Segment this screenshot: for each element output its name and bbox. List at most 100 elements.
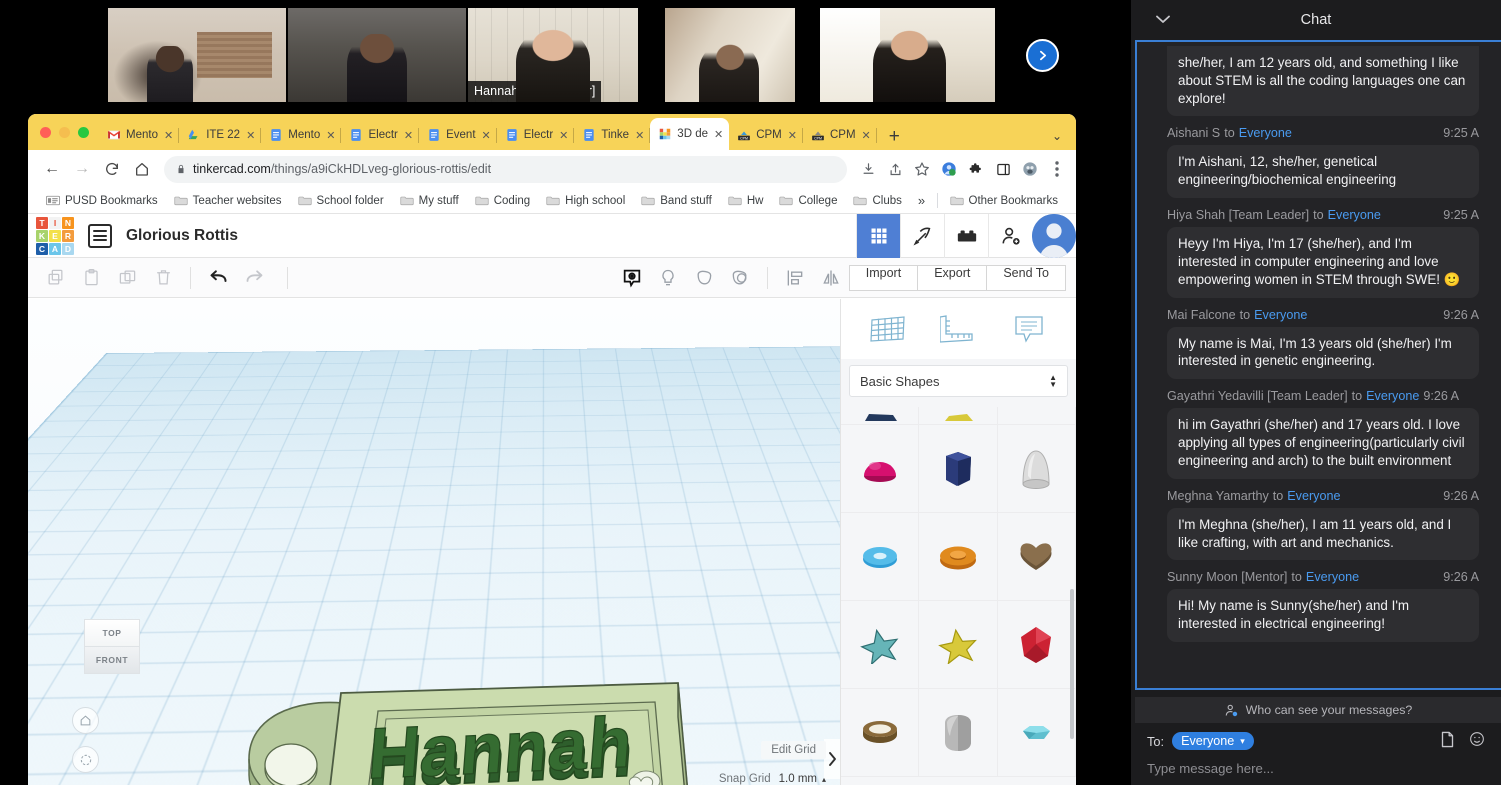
sidepanel-icon[interactable]	[994, 160, 1012, 178]
account-avatar-icon[interactable]	[1021, 160, 1039, 178]
panel-collapse-toggle[interactable]	[824, 739, 840, 779]
tab-0[interactable]: Mento ✕	[99, 120, 180, 150]
shapes-panel-scrollbar[interactable]	[1070, 589, 1074, 739]
forward-button[interactable]: →	[68, 155, 96, 183]
view-cube-front-face[interactable]: FRONT	[84, 646, 140, 674]
shape-library-grid[interactable]	[841, 407, 1076, 785]
shape-cell-empty[interactable]	[997, 407, 1076, 425]
message-recipient[interactable]: Everyone	[1366, 389, 1419, 403]
tab-close-button[interactable]: ✕	[326, 129, 335, 142]
shape-cell-star-teal[interactable]	[841, 601, 920, 689]
snap-grid-value-dropdown[interactable]: 1.0 mm ▴	[779, 773, 826, 785]
shape-cell-rounded-cube[interactable]	[919, 689, 998, 777]
install-icon[interactable]	[859, 160, 877, 178]
reload-button[interactable]	[98, 155, 126, 183]
bookmarks-overflow-button[interactable]: »	[910, 193, 933, 208]
tab-close-button[interactable]: ✕	[714, 128, 723, 141]
mirror-button[interactable]	[814, 263, 848, 293]
ruler-icon[interactable]	[935, 308, 981, 350]
tab-7-active[interactable]: 3D de ✕	[650, 118, 730, 150]
copy-button[interactable]	[38, 263, 72, 293]
group-button[interactable]	[687, 263, 721, 293]
tab-9[interactable]: CPM CPM ✕	[803, 120, 877, 150]
redo-button[interactable]	[237, 263, 271, 293]
video-tile-2[interactable]	[288, 8, 466, 102]
emoji-icon[interactable]	[1469, 731, 1485, 751]
export-button[interactable]: Export	[917, 264, 988, 291]
tab-close-button[interactable]: ✕	[404, 129, 413, 142]
bookmark-star-icon[interactable]	[913, 160, 931, 178]
fit-view-button[interactable]	[72, 746, 99, 773]
tab-close-button[interactable]: ✕	[862, 129, 871, 142]
keychain-3d-model[interactable]: Hannah Hannah	[223, 669, 783, 785]
codeblocks-button[interactable]	[900, 213, 944, 258]
shape-cell-polyhedron[interactable]	[997, 601, 1076, 689]
tab-6[interactable]: Tinke ✕	[574, 120, 651, 150]
shape-cell-star-yellow[interactable]	[919, 601, 998, 689]
tab-5[interactable]: Electr ✕	[497, 120, 575, 150]
3d-viewport[interactable]: TOP FRONT Hannah Hannah Edit Grid Snap G…	[28, 299, 840, 785]
shape-cell-half-sphere[interactable]	[841, 425, 920, 513]
shape-cell-cylinder[interactable]	[919, 425, 998, 513]
import-button[interactable]: Import	[848, 264, 919, 291]
invite-button[interactable]	[988, 213, 1032, 258]
bookmark-other-bookmarks[interactable]: Other Bookmarks	[942, 191, 1066, 211]
paste-button[interactable]	[74, 263, 108, 293]
shape-cell-partial-dark[interactable]	[841, 407, 920, 425]
maximize-window-button[interactable]	[78, 126, 89, 138]
profile-icon[interactable]	[940, 160, 958, 178]
tab-close-button[interactable]: ✕	[482, 129, 491, 142]
minimize-window-button[interactable]	[59, 126, 70, 138]
shape-cell-partial-yellow[interactable]	[919, 407, 998, 425]
align-button[interactable]	[778, 263, 812, 293]
project-list-icon[interactable]	[88, 223, 112, 248]
workplane-icon[interactable]	[865, 308, 911, 350]
shape-cell-torus[interactable]	[841, 513, 920, 601]
share-icon[interactable]	[886, 160, 904, 178]
tab-search-button[interactable]: ⌄	[1044, 129, 1076, 150]
video-tile-4[interactable]	[665, 8, 795, 102]
shape-visibility-button[interactable]	[615, 263, 649, 293]
new-tab-button[interactable]: +	[877, 127, 912, 150]
light-button[interactable]	[651, 263, 685, 293]
bookmark-my-stuff[interactable]: My stuff	[392, 191, 467, 211]
bookmark-teacher-websites[interactable]: Teacher websites	[166, 191, 290, 211]
message-recipient[interactable]: Everyone	[1239, 126, 1292, 140]
tab-8[interactable]: CPM CPM ✕	[729, 120, 803, 150]
video-tile-3-active-speaker[interactable]: Hannah Cha [Mentor]	[468, 8, 638, 102]
shape-cell-gem[interactable]	[997, 689, 1076, 777]
who-can-see-messages-link[interactable]: Who can see your messages?	[1135, 697, 1501, 723]
more-menu-icon[interactable]	[1048, 160, 1066, 178]
shape-cell-heart[interactable]	[997, 513, 1076, 601]
tab-2[interactable]: Mento ✕	[261, 120, 342, 150]
bookmark-pusd-bookmarks[interactable]: PUSD Bookmarks	[38, 191, 166, 211]
ungroup-button[interactable]	[723, 263, 757, 293]
bookmark-school-folder[interactable]: School folder	[290, 191, 392, 211]
bookmark-band-stuff[interactable]: Band stuff	[633, 191, 720, 211]
chat-message-list[interactable]: she/her, I am 12 years old, and somethin…	[1135, 40, 1501, 690]
tab-close-button[interactable]: ✕	[246, 129, 255, 142]
tab-close-button[interactable]: ✕	[559, 129, 568, 142]
bookmark-coding[interactable]: Coding	[467, 191, 538, 211]
note-icon[interactable]	[1006, 308, 1052, 350]
collapse-chat-button[interactable]	[1156, 12, 1170, 27]
recipient-dropdown[interactable]: Everyone ▾	[1172, 732, 1254, 750]
shape-cell-ring[interactable]	[841, 689, 920, 777]
home-button[interactable]	[128, 155, 156, 183]
tab-close-button[interactable]: ✕	[164, 129, 173, 142]
bookmark-hw[interactable]: Hw	[720, 191, 772, 211]
file-attach-icon[interactable]	[1440, 731, 1455, 751]
view-cube-top-face[interactable]: TOP	[84, 619, 140, 647]
user-avatar[interactable]	[1032, 213, 1076, 258]
video-tile-5[interactable]	[820, 8, 995, 102]
tab-4[interactable]: Event ✕	[419, 120, 497, 150]
close-window-button[interactable]	[40, 126, 51, 138]
tinkercad-logo[interactable]: T I N K E R C A D	[36, 216, 74, 255]
tab-close-button[interactable]: ✕	[635, 129, 644, 142]
shape-cell-tube[interactable]	[919, 513, 998, 601]
extensions-puzzle-icon[interactable]	[967, 160, 985, 178]
workplane-grid-button[interactable]	[856, 213, 900, 258]
address-bar[interactable]: tinkercad.com/things/a9iCkHDLveg-gloriou…	[164, 155, 847, 183]
home-view-button[interactable]	[72, 707, 99, 734]
shape-cell-paraboloid[interactable]	[997, 425, 1076, 513]
